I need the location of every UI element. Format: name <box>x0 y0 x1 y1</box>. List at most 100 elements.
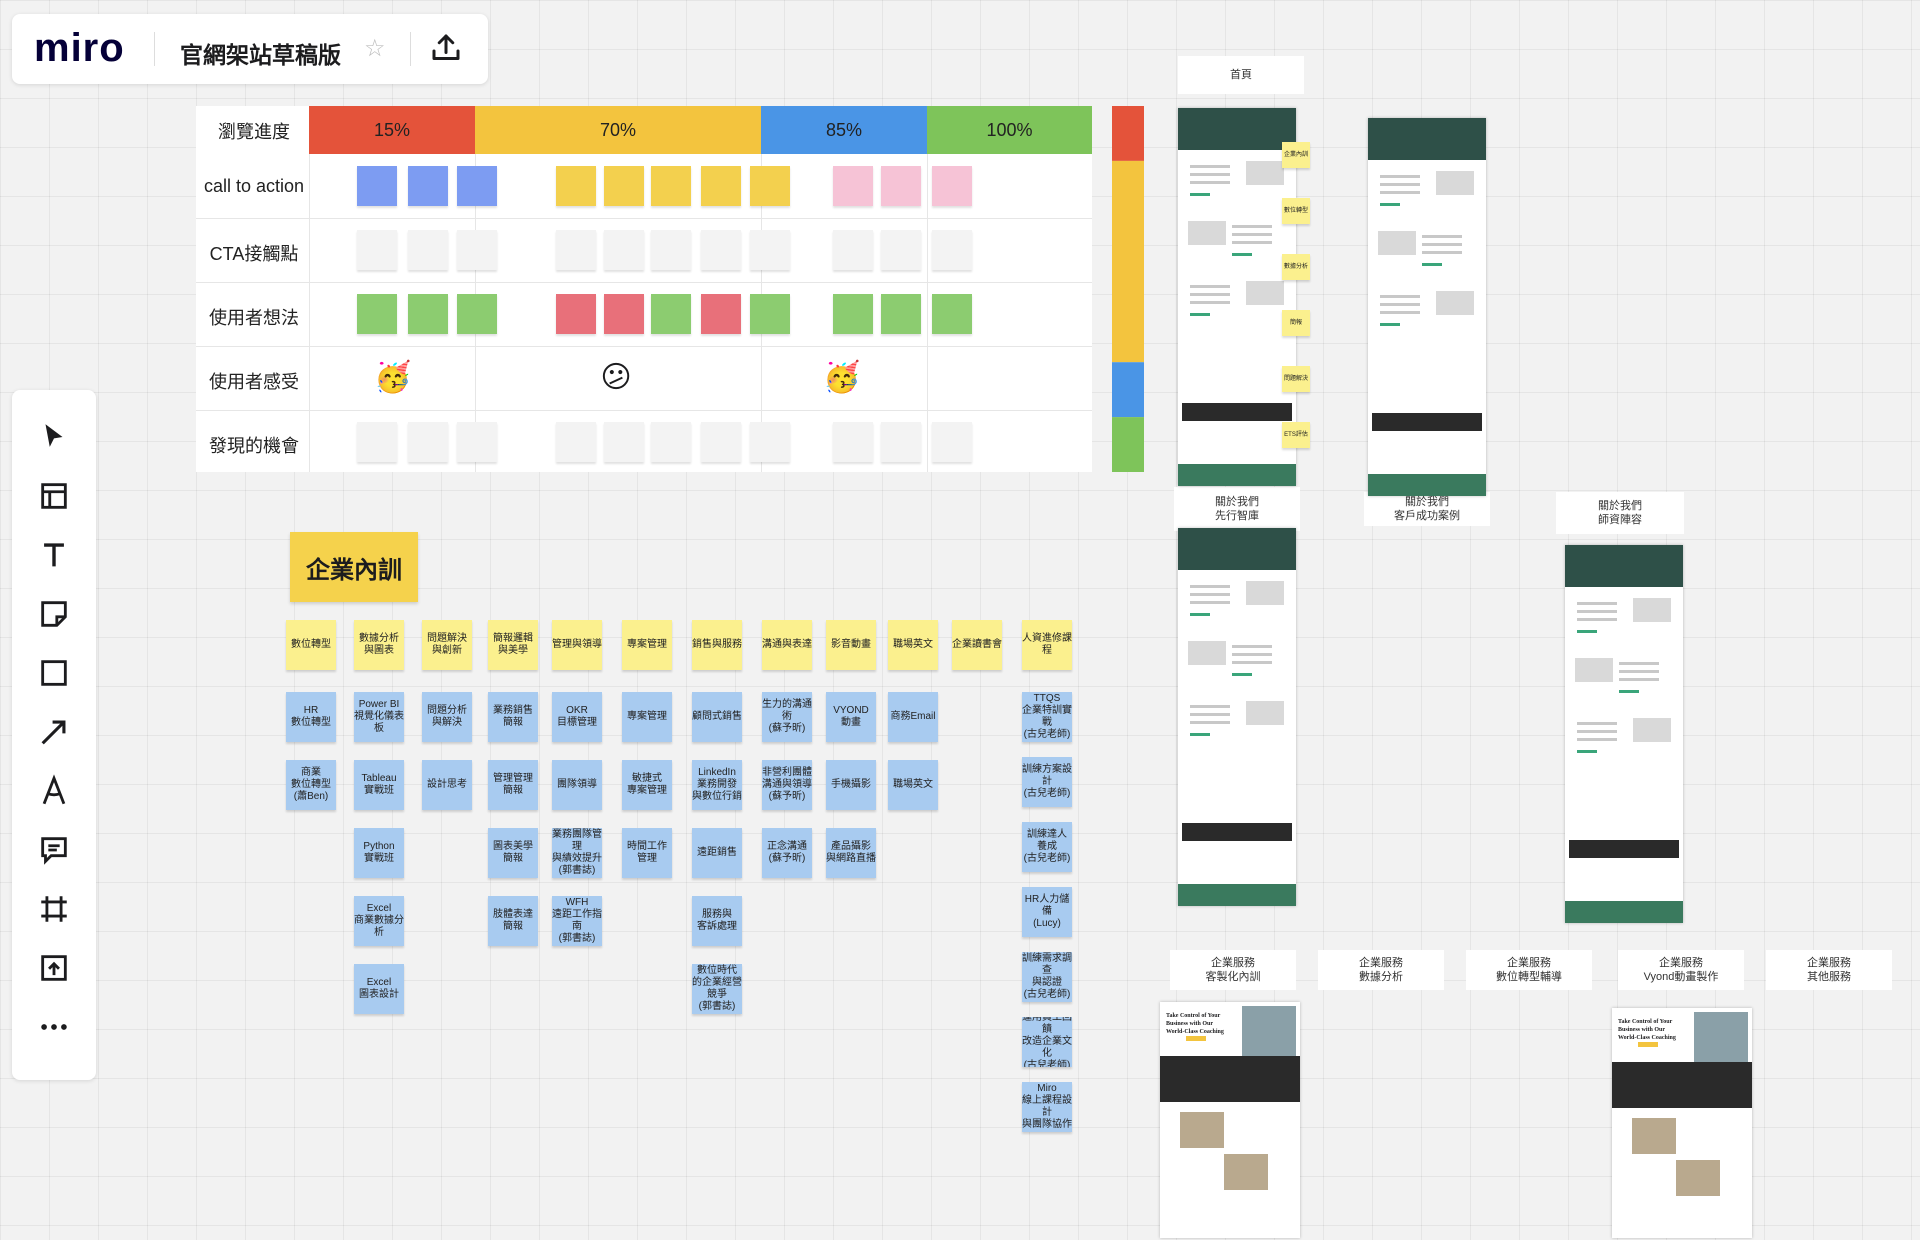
category-note[interactable]: 銷售與服務 <box>692 620 742 670</box>
side-note[interactable]: 問題解決 <box>1282 366 1310 392</box>
course-note[interactable]: 團隊領導 <box>552 760 602 810</box>
course-note[interactable]: 業務團隊管理 與績效提升 (郭書誌) <box>552 828 602 878</box>
service-page-thumbnail[interactable]: Take Control of Your Business with Our W… <box>1160 1002 1300 1238</box>
sticky-note[interactable] <box>750 294 790 334</box>
course-note[interactable]: 管理管理 簡報 <box>488 760 538 810</box>
sticky-note[interactable] <box>357 422 397 462</box>
course-note[interactable]: Power BI 視覺化儀表板 <box>354 692 404 742</box>
sticky-note[interactable] <box>881 422 921 462</box>
course-note[interactable]: 訓練需求調查 與認證 (古兒老師) <box>1022 952 1072 1002</box>
frame-label-service[interactable]: 企業服務 客製化內訓 <box>1170 950 1296 990</box>
training-title-note[interactable]: 企業內訓 <box>290 532 418 602</box>
board-title[interactable]: 官網架站草稿版 <box>180 36 341 70</box>
category-note[interactable]: 企業讀書會 <box>952 620 1002 670</box>
course-note[interactable]: 手機攝影 <box>826 760 876 810</box>
course-note[interactable]: 肢體表達 簡報 <box>488 896 538 946</box>
category-note[interactable]: 管理與領導 <box>552 620 602 670</box>
more-icon[interactable] <box>33 1006 75 1048</box>
select-cursor-icon[interactable] <box>33 416 75 458</box>
category-note[interactable]: 數據分析 與圖表 <box>354 620 404 670</box>
sticky-note[interactable] <box>556 166 596 206</box>
course-note[interactable]: LinkedIn 業務開發 與數位行銷 <box>692 760 742 810</box>
course-note[interactable]: HR人力儲備 (Lucy) <box>1022 887 1072 937</box>
course-note[interactable]: 顧問式銷售 <box>692 692 742 742</box>
sticky-note[interactable] <box>701 230 741 270</box>
course-note[interactable]: OKR 目標管理 <box>552 692 602 742</box>
course-note[interactable]: Tableau 實戰班 <box>354 760 404 810</box>
sticky-note[interactable] <box>750 422 790 462</box>
sticky-note[interactable] <box>556 230 596 270</box>
journey-map-table[interactable]: 瀏覽進度 15% 70% 85% 100% call to action CTA… <box>196 106 1092 472</box>
sticky-note[interactable] <box>408 230 448 270</box>
course-note[interactable]: Python 實戰班 <box>354 828 404 878</box>
course-note[interactable]: TTQS 企業特訓實戰 (古兒老師) <box>1022 692 1072 742</box>
category-note[interactable]: 人資進修課程 <box>1022 620 1072 670</box>
sticky-note-icon[interactable] <box>33 593 75 635</box>
pen-icon[interactable] <box>33 770 75 812</box>
text-icon[interactable] <box>33 534 75 576</box>
side-note[interactable]: 數位轉型 <box>1282 198 1310 224</box>
sticky-note[interactable] <box>750 166 790 206</box>
sticky-note[interactable] <box>833 166 873 206</box>
frame-label-about3[interactable]: 關於我們 師資陣容 <box>1556 492 1684 534</box>
sticky-note[interactable] <box>651 294 691 334</box>
sticky-note[interactable] <box>556 422 596 462</box>
course-note[interactable]: 訓練方案設計 (古兒老師) <box>1022 757 1072 807</box>
category-note[interactable]: 數位轉型 <box>286 620 336 670</box>
side-note[interactable]: ETS評估 <box>1282 422 1310 448</box>
page-thumbnail[interactable] <box>1178 108 1296 486</box>
comment-icon[interactable] <box>33 829 75 871</box>
sticky-note[interactable] <box>604 422 644 462</box>
course-note[interactable]: 數位時代 的企業經營競爭 (郭書誌) <box>692 964 742 1014</box>
sticky-note[interactable] <box>604 230 644 270</box>
frame-label-home[interactable]: 首頁 <box>1178 56 1304 94</box>
sticky-note[interactable] <box>457 166 497 206</box>
course-note[interactable]: Excel 圖表設計 <box>354 964 404 1014</box>
sticky-note[interactable] <box>604 294 644 334</box>
sticky-note[interactable] <box>833 422 873 462</box>
frame-label-service[interactable]: 企業服務 Vyond動畫製作 <box>1618 950 1744 990</box>
page-thumbnail[interactable] <box>1368 118 1486 496</box>
frame-label-service[interactable]: 企業服務 數據分析 <box>1318 950 1444 990</box>
feeling-emoji[interactable]: 🥳 <box>374 360 411 396</box>
category-note[interactable]: 專案管理 <box>622 620 672 670</box>
arrow-icon[interactable] <box>33 711 75 753</box>
category-note[interactable]: 職場英文 <box>888 620 938 670</box>
service-page-thumbnail[interactable]: Take Control of Your Business with Our W… <box>1612 1008 1752 1238</box>
sticky-note[interactable] <box>457 230 497 270</box>
course-note[interactable]: 設計思考 <box>422 760 472 810</box>
course-note[interactable]: 業務銷售 簡報 <box>488 692 538 742</box>
templates-icon[interactable] <box>33 475 75 517</box>
sticky-note[interactable] <box>457 294 497 334</box>
course-note[interactable]: 敏捷式 專案管理 <box>622 760 672 810</box>
course-note[interactable]: 服務與 客訴處理 <box>692 896 742 946</box>
sticky-note[interactable] <box>701 422 741 462</box>
course-note[interactable]: 非營利團體 溝通與領導 (蘇予昕) <box>762 760 812 810</box>
category-note[interactable]: 問題解決 與創新 <box>422 620 472 670</box>
sticky-note[interactable] <box>932 422 972 462</box>
sticky-note[interactable] <box>556 294 596 334</box>
frame-label-about2[interactable]: 關於我們 客戶成功案例 <box>1364 492 1490 526</box>
sticky-note[interactable] <box>701 294 741 334</box>
course-note[interactable]: Miro 線上課程設計 與團隊協作 <box>1022 1082 1072 1132</box>
sticky-note[interactable] <box>833 294 873 334</box>
sticky-note[interactable] <box>651 422 691 462</box>
course-note[interactable]: WFH 遠距工作指南 (郭書誌) <box>552 896 602 946</box>
course-note[interactable]: 商業 數位轉型 (蕭Ben) <box>286 760 336 810</box>
course-note[interactable]: 訓練達人 養成 (古兒老師) <box>1022 822 1072 872</box>
course-note[interactable]: 問題分析 與解決 <box>422 692 472 742</box>
sticky-note[interactable] <box>833 230 873 270</box>
star-icon[interactable]: ☆ <box>364 34 386 63</box>
sticky-note[interactable] <box>604 166 644 206</box>
sticky-note[interactable] <box>357 166 397 206</box>
course-note[interactable]: 生力的溝通術 (蘇予昕) <box>762 692 812 742</box>
sticky-note[interactable] <box>932 294 972 334</box>
feeling-emoji[interactable]: 😕 <box>598 360 634 396</box>
course-note[interactable]: VYOND 動畫 <box>826 692 876 742</box>
course-note[interactable]: 專案管理 <box>622 692 672 742</box>
course-note[interactable]: 圖表美學 簡報 <box>488 828 538 878</box>
sticky-note[interactable] <box>881 230 921 270</box>
progress-color-bar[interactable] <box>1112 106 1144 472</box>
course-note[interactable]: Excel 商業數據分析 <box>354 896 404 946</box>
shape-icon[interactable] <box>33 652 75 694</box>
